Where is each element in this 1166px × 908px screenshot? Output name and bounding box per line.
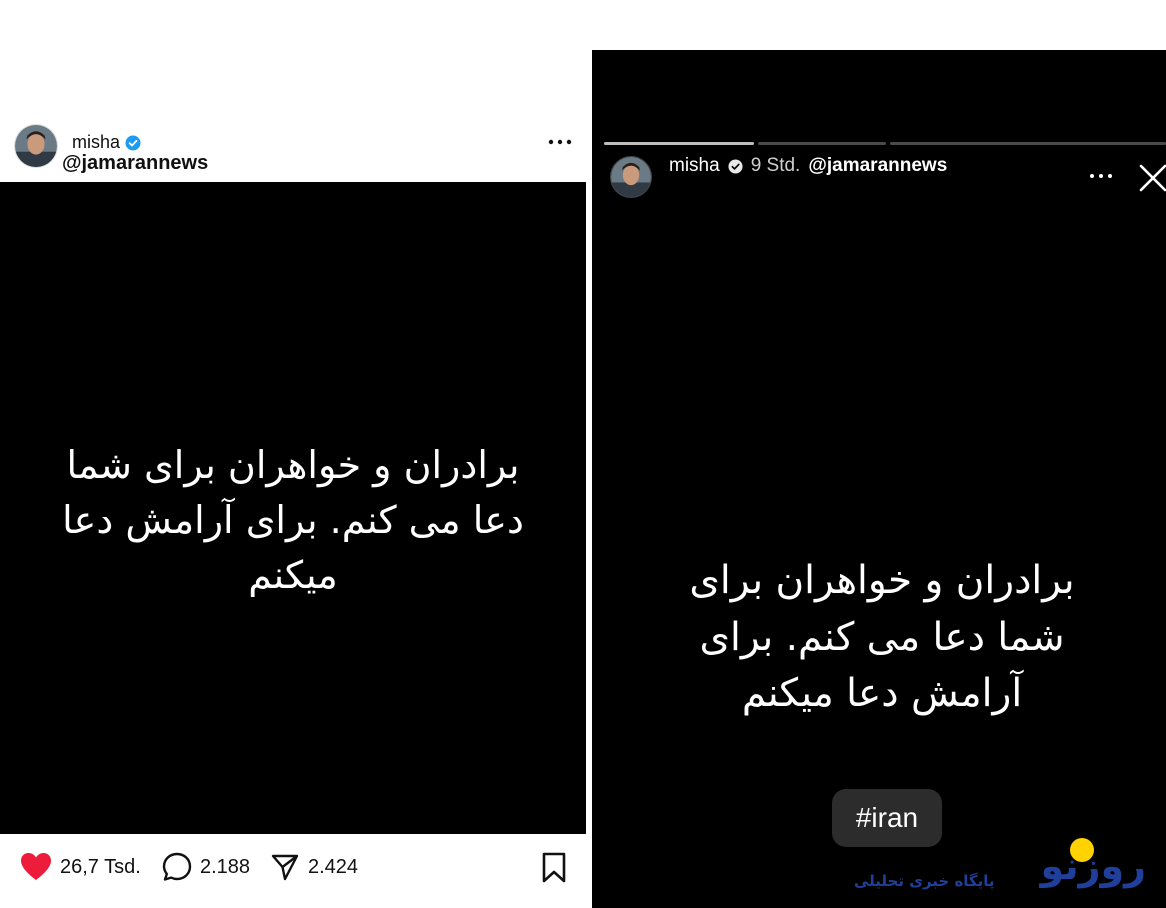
share-count: 2.424 <box>308 855 359 878</box>
more-options-icon[interactable] <box>546 130 574 154</box>
bookmark-icon <box>542 852 566 883</box>
post-mention[interactable]: @jamarannews <box>62 152 208 175</box>
feed-post: misha @jamarannews برادران و خواهران برا… <box>0 0 586 908</box>
story-progress-segment <box>890 142 1166 145</box>
watermark-logo: روزنو پایگاه خبری تحلیلی <box>852 838 1158 900</box>
post-header: misha @jamarannews <box>0 118 586 182</box>
post-avatar[interactable] <box>14 124 58 168</box>
share-icon <box>271 854 299 881</box>
post-image[interactable]: برادران و خواهران برای شما دعا می کنم. ب… <box>0 182 586 834</box>
story-progress-segment <box>758 142 886 145</box>
story-image-text: برادران و خواهران برای شما دعا می کنم. ب… <box>689 558 1075 717</box>
story-user-row: misha 9 Std. @jamarannews <box>669 155 947 177</box>
logo-wordmark: روزنو <box>1040 844 1148 888</box>
share-button[interactable]: 2.424 <box>270 852 358 882</box>
like-button[interactable]: 26,7 Tsd. <box>20 852 141 882</box>
post-image-text: برادران و خواهران برای شما دعا می کنم. ب… <box>62 443 524 598</box>
post-username[interactable]: misha <box>72 132 120 153</box>
story-progress-fill <box>604 142 754 145</box>
story-avatar[interactable] <box>610 156 652 198</box>
heart-icon <box>21 853 51 880</box>
story-timestamp: 9 Std. <box>750 155 801 176</box>
post-action-bar: 26,7 Tsd. 2.188 2.424 <box>0 834 586 908</box>
close-icon[interactable] <box>1138 162 1166 192</box>
verified-badge-icon <box>728 158 743 174</box>
comment-icon <box>162 852 192 881</box>
comment-count: 2.188 <box>200 855 251 878</box>
logo-tagline: پایگاه خبری تحلیلی <box>854 872 995 890</box>
save-button[interactable] <box>540 852 568 884</box>
comment-button[interactable]: 2.188 <box>162 852 250 882</box>
post-username-row: misha <box>72 132 141 153</box>
more-options-icon[interactable] <box>1086 166 1116 186</box>
story-username[interactable]: misha <box>669 155 720 177</box>
avatar-photo-icon <box>15 125 57 167</box>
avatar-photo-icon <box>611 157 651 197</box>
story-viewer: misha 9 Std. @jamarannews برادران و خواه… <box>592 50 1166 908</box>
story-progress-segment <box>604 142 754 145</box>
verified-badge-icon <box>125 135 141 150</box>
like-count: 26,7 Tsd. <box>60 855 141 878</box>
story-mention[interactable]: @jamarannews <box>808 155 947 177</box>
